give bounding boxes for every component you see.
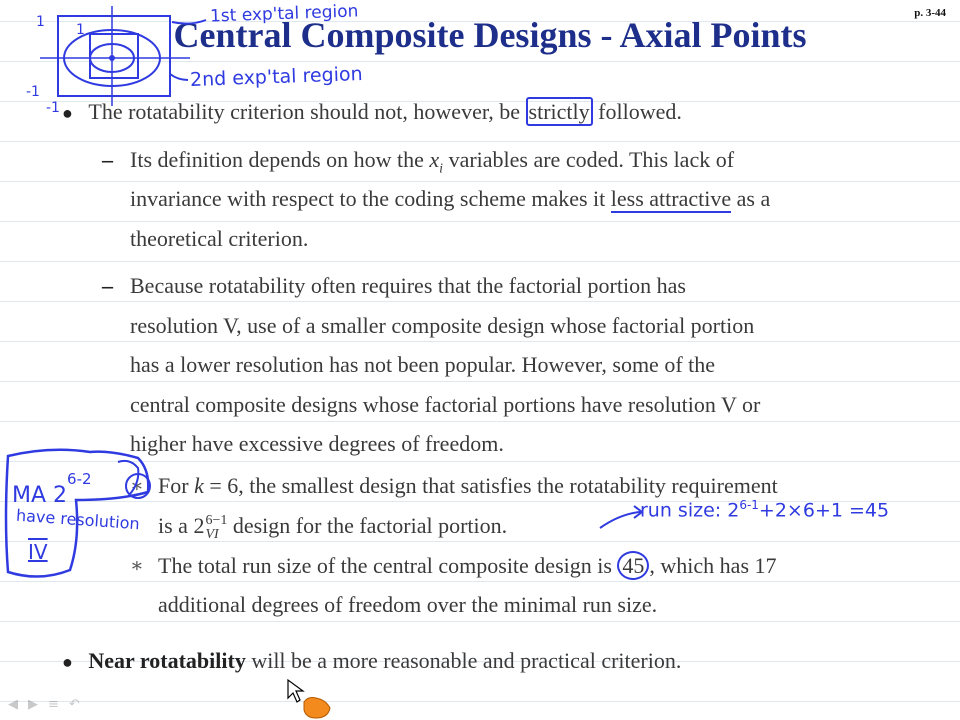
text: invariance with respect to the coding sc… [130,186,611,211]
annotation-minus-one-left: -1 [26,84,40,100]
sub-bullet-definition-line3: theoretical criterion. [130,226,309,251]
nav-arrow-left-icon[interactable]: ◀ [8,697,18,712]
bullet-rotatability: ● The rotatability criterion should not,… [62,92,682,133]
annotation-minus-one-bottom: -1 [46,100,60,116]
circled-number: 45 [617,551,650,580]
variable-k: k [194,473,204,498]
annotation-ma-design: MA 26-2 [12,470,92,508]
sub-bullet-definition-line2: invariance with respect to the coding sc… [130,179,770,219]
slide-nav-controls[interactable]: ◀ ▶ ≡ ↶ [8,697,80,712]
pointer-second-region [169,73,189,81]
nav-arrow-back-icon[interactable]: ↶ [69,697,80,712]
variable-x: x [429,147,440,172]
annotation-resolution-iv: IV [28,540,48,564]
run-size-arrow [599,511,641,529]
sub-bullet-because-line1: Because rotatability often requires that… [130,273,686,298]
bold-phrase: Near rotatability [88,648,246,673]
run-size-formula: +2×6+1 =45 [758,499,890,522]
text: The total run size of the central compos… [158,553,618,578]
text: design for the factorial portion. [227,513,508,538]
asterisk-icon: ∗ [130,475,144,497]
nav-arrow-right-icon[interactable]: ▶ [28,697,38,712]
run-size-exponent: 6-1 [739,498,759,512]
bullet-dot-icon: ● [62,103,73,123]
text: is a 2 [158,513,205,538]
annotation-second-region: 2nd exp'tal region [189,62,363,92]
annotation-have-resolution: have resolution [15,505,141,534]
bullet-text-end: followed. [592,99,682,124]
annotation-one-inner: 1 [76,22,85,38]
dash-icon: – [102,273,113,298]
star-item-k6-line2: is a 2 6−1 VI design for the factorial por… [158,506,507,546]
bullet-text: The rotatability criterion should not, h… [88,99,526,124]
sub-bullet-because-line4: central composite designs whose factoria… [130,392,761,417]
slide-title: Central Composite Designs - Axial Points [173,15,807,55]
text: variables are coded. This lack of [443,147,735,172]
text: For [158,473,195,498]
bullet-near-rotatability: ● Near rotatability will be a more reaso… [62,641,681,682]
design-resolution: VI [205,526,219,542]
text: as a [731,186,771,211]
dash-icon: – [102,147,113,172]
boxed-word: strictly [525,97,593,126]
bullet-dot-icon: ● [62,652,73,672]
hand-cursor-icon [287,678,331,719]
ma-exponent: 6-2 [67,470,92,488]
ma-prefix: MA 2 [12,483,68,508]
text: Its definition depends on how the [130,147,430,172]
text: = 6, the smallest design that satisfies … [203,473,778,498]
menu-icon[interactable]: ≡ [48,697,59,712]
underlined-phrase: less attractive [610,186,732,213]
run-size-label: run size: 2 [640,499,740,522]
sub-bullet-because-line3: has a lower resolution has not been popu… [130,352,716,377]
star-item-runsize-line1: The total run size of the central compos… [158,546,777,586]
sub-bullet-because-line5: higher have excessive degrees of freedom… [130,431,504,456]
text: , which has 17 [649,553,777,578]
annotation-one-top: 1 [36,14,45,30]
bullet-text: will be a more reasonable and practical … [245,648,682,673]
star-item-runsize-line2: additional degrees of freedom over the m… [158,592,658,617]
design-exponent: 6−1 [205,512,228,528]
asterisk-icon: ∗ [130,555,144,577]
design-notation: 6−1 VI [205,512,228,542]
annotation-run-size: run size: 26-1+2×6+1 =45 [640,498,889,521]
sub-bullet-because-line2: resolution V, use of a smaller composite… [130,313,755,338]
